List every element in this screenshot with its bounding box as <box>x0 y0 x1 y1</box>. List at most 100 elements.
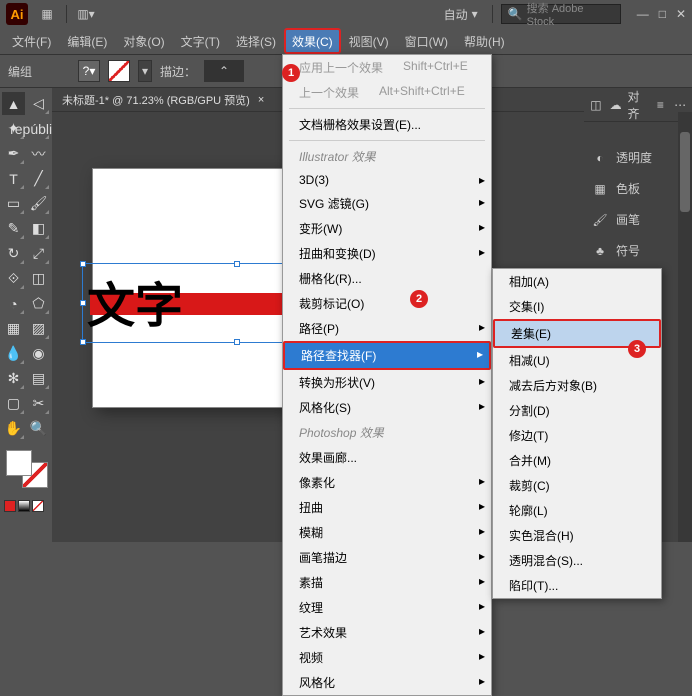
menu-view[interactable]: 视图(V) <box>341 28 397 54</box>
hand-tool[interactable]: ✋ <box>2 417 25 440</box>
menu-cropmarks[interactable]: 裁剪标记(O) <box>283 291 491 316</box>
none-mode-icon[interactable] <box>32 500 44 512</box>
scale-tool[interactable]: ⤢ <box>27 242 50 265</box>
graph-tool[interactable]: ▤ <box>27 367 50 390</box>
artboard-tool[interactable]: ▢ <box>2 392 25 415</box>
fill-stroke-swatches[interactable] <box>4 448 50 490</box>
menu-convert-shape[interactable]: 转换为形状(V) <box>283 370 491 395</box>
more-icon[interactable]: ⋯ <box>672 96 688 114</box>
menu-video[interactable]: 视频 <box>283 645 491 670</box>
menu-help[interactable]: 帮助(H) <box>456 28 513 54</box>
bridge-icon[interactable]: ▦ <box>36 3 58 25</box>
close-tab-icon[interactable]: × <box>258 94 264 106</box>
eraser-tool[interactable]: ◧ <box>27 217 50 240</box>
selection-tool[interactable]: ▲ <box>2 92 25 115</box>
menu-path[interactable]: 路径(P) <box>283 316 491 341</box>
line-tool[interactable]: ╱ <box>27 167 50 190</box>
arrange-docs-icon[interactable]: ▥▾ <box>75 3 97 25</box>
menu-select[interactable]: 选择(S) <box>228 28 284 54</box>
library-icon[interactable]: ◫ <box>588 96 604 114</box>
sub-minus-back[interactable]: 减去后方对象(B) <box>493 373 661 398</box>
menu-type[interactable]: 文字(T) <box>173 28 228 54</box>
menu-rasterize[interactable]: 栅格化(R)... <box>283 266 491 291</box>
blend-tool[interactable]: ◉ <box>27 342 50 365</box>
symbol-sprayer-tool[interactable]: ✻ <box>2 367 25 390</box>
menu-effect[interactable]: 效果(C) <box>284 28 341 54</box>
sub-crop[interactable]: 裁剪(C) <box>493 473 661 498</box>
menu-file[interactable]: 文件(F) <box>4 28 59 54</box>
menu-window[interactable]: 窗口(W) <box>397 28 456 54</box>
sub-trim[interactable]: 修边(T) <box>493 423 661 448</box>
width-tool[interactable]: ⟐ <box>2 267 25 290</box>
stock-search-input[interactable]: 🔍 搜索 Adobe Stock <box>501 4 621 24</box>
shaper-tool[interactable]: ✎ <box>2 217 25 240</box>
sub-outline[interactable]: 轮廓(L) <box>493 498 661 523</box>
panel-scrollbar[interactable] <box>678 112 692 542</box>
annotation-badge-3: 3 <box>628 340 646 358</box>
rectangle-tool[interactable]: ▭ <box>2 192 25 215</box>
menu-transform[interactable]: 变形(W) <box>283 216 491 241</box>
sub-softmix[interactable]: 透明混合(S)... <box>493 548 661 573</box>
group-label: 编组 <box>8 63 32 80</box>
menu-3d[interactable]: 3D(3) <box>283 169 491 191</box>
help-icon[interactable]: ?▾ <box>78 60 100 82</box>
menu-edit[interactable]: 编辑(E) <box>59 28 115 54</box>
align-panel-label[interactable]: 对齐 <box>628 88 649 122</box>
sub-trap[interactable]: 陷印(T)... <box>493 573 661 598</box>
menu-apply-last[interactable]: 应用上一个效果Shift+Ctrl+E <box>283 55 491 80</box>
eyedropper-tool[interactable]: 💧 <box>2 342 25 365</box>
gpu-combo[interactable]: 自动 ▾ <box>438 4 484 25</box>
stroke-weight-input[interactable]: ⌃ <box>204 60 244 82</box>
menu-raster-settings[interactable]: 文档栅格效果设置(E)... <box>283 112 491 137</box>
panel-symbols[interactable]: ♣符号 <box>584 235 692 266</box>
menu-svg[interactable]: SVG 滤镜(G) <box>283 191 491 216</box>
minimize-button[interactable]: — <box>637 7 649 21</box>
menu-gallery[interactable]: 效果画廊... <box>283 445 491 470</box>
menu-texture[interactable]: 纹理 <box>283 595 491 620</box>
maximize-button[interactable]: □ <box>659 7 666 21</box>
chevron-down-icon[interactable]: ▾ <box>138 60 152 82</box>
align-icon[interactable]: ≡ <box>653 96 669 114</box>
sub-intersect[interactable]: 交集(I) <box>493 294 661 319</box>
menu-blur[interactable]: 模糊 <box>283 520 491 545</box>
menu-pixelate[interactable]: 像素化 <box>283 470 491 495</box>
menu-artistic[interactable]: 艺术效果 <box>283 620 491 645</box>
mesh-tool[interactable]: ▦ <box>2 317 25 340</box>
direct-selection-tool[interactable]: ◁ <box>27 92 50 115</box>
search-placeholder: 搜索 Adobe Stock <box>527 0 614 28</box>
menu-last-effect[interactable]: 上一个效果Alt+Shift+Ctrl+E <box>283 80 491 105</box>
brush-tool[interactable]: 🖌 <box>27 192 50 215</box>
panel-swatches[interactable]: ▦色板 <box>584 173 692 204</box>
sub-merge[interactable]: 合并(M) <box>493 448 661 473</box>
close-button[interactable]: ✕ <box>676 7 686 21</box>
pen-tool[interactable]: ✒ <box>2 142 25 165</box>
menu-object[interactable]: 对象(O) <box>115 28 172 54</box>
menu-stylize[interactable]: 风格化(S) <box>283 395 491 420</box>
sub-add[interactable]: 相加(A) <box>493 269 661 294</box>
lasso-tool[interactable]: república <box>27 117 50 140</box>
slice-tool[interactable]: ✂ <box>27 392 50 415</box>
curvature-tool[interactable]: 〰 <box>27 142 50 165</box>
free-transform-tool[interactable]: ◫ <box>27 267 50 290</box>
menu-pathfinder[interactable]: 路径查找器(F) <box>283 341 491 370</box>
cloud-icon[interactable]: ☁ <box>608 96 624 114</box>
menu-brush[interactable]: 画笔描边 <box>283 545 491 570</box>
color-mode-icon[interactable] <box>4 500 16 512</box>
perspective-tool[interactable]: ⬠ <box>27 292 50 315</box>
menu-stylize2[interactable]: 风格化 <box>283 670 491 695</box>
menu-sketch[interactable]: 素描 <box>283 570 491 595</box>
sub-divide[interactable]: 分割(D) <box>493 398 661 423</box>
gradient-mode-icon[interactable] <box>18 500 30 512</box>
type-tool[interactable]: T <box>2 167 25 190</box>
menu-distort[interactable]: 扭曲和变换(D) <box>283 241 491 266</box>
panel-opacity[interactable]: ◐透明度 <box>584 142 692 173</box>
stroke-label: 描边： <box>160 63 196 80</box>
zoom-tool[interactable]: 🔍 <box>27 417 50 440</box>
rotate-tool[interactable]: ↻ <box>2 242 25 265</box>
gradient-tool[interactable]: ▨ <box>27 317 50 340</box>
no-fill-icon[interactable] <box>108 60 130 82</box>
shape-builder-tool[interactable]: ◔ <box>2 292 25 315</box>
menu-distort2[interactable]: 扭曲 <box>283 495 491 520</box>
sub-hardmix[interactable]: 实色混合(H) <box>493 523 661 548</box>
panel-brushes[interactable]: 🖌画笔 <box>584 204 692 235</box>
